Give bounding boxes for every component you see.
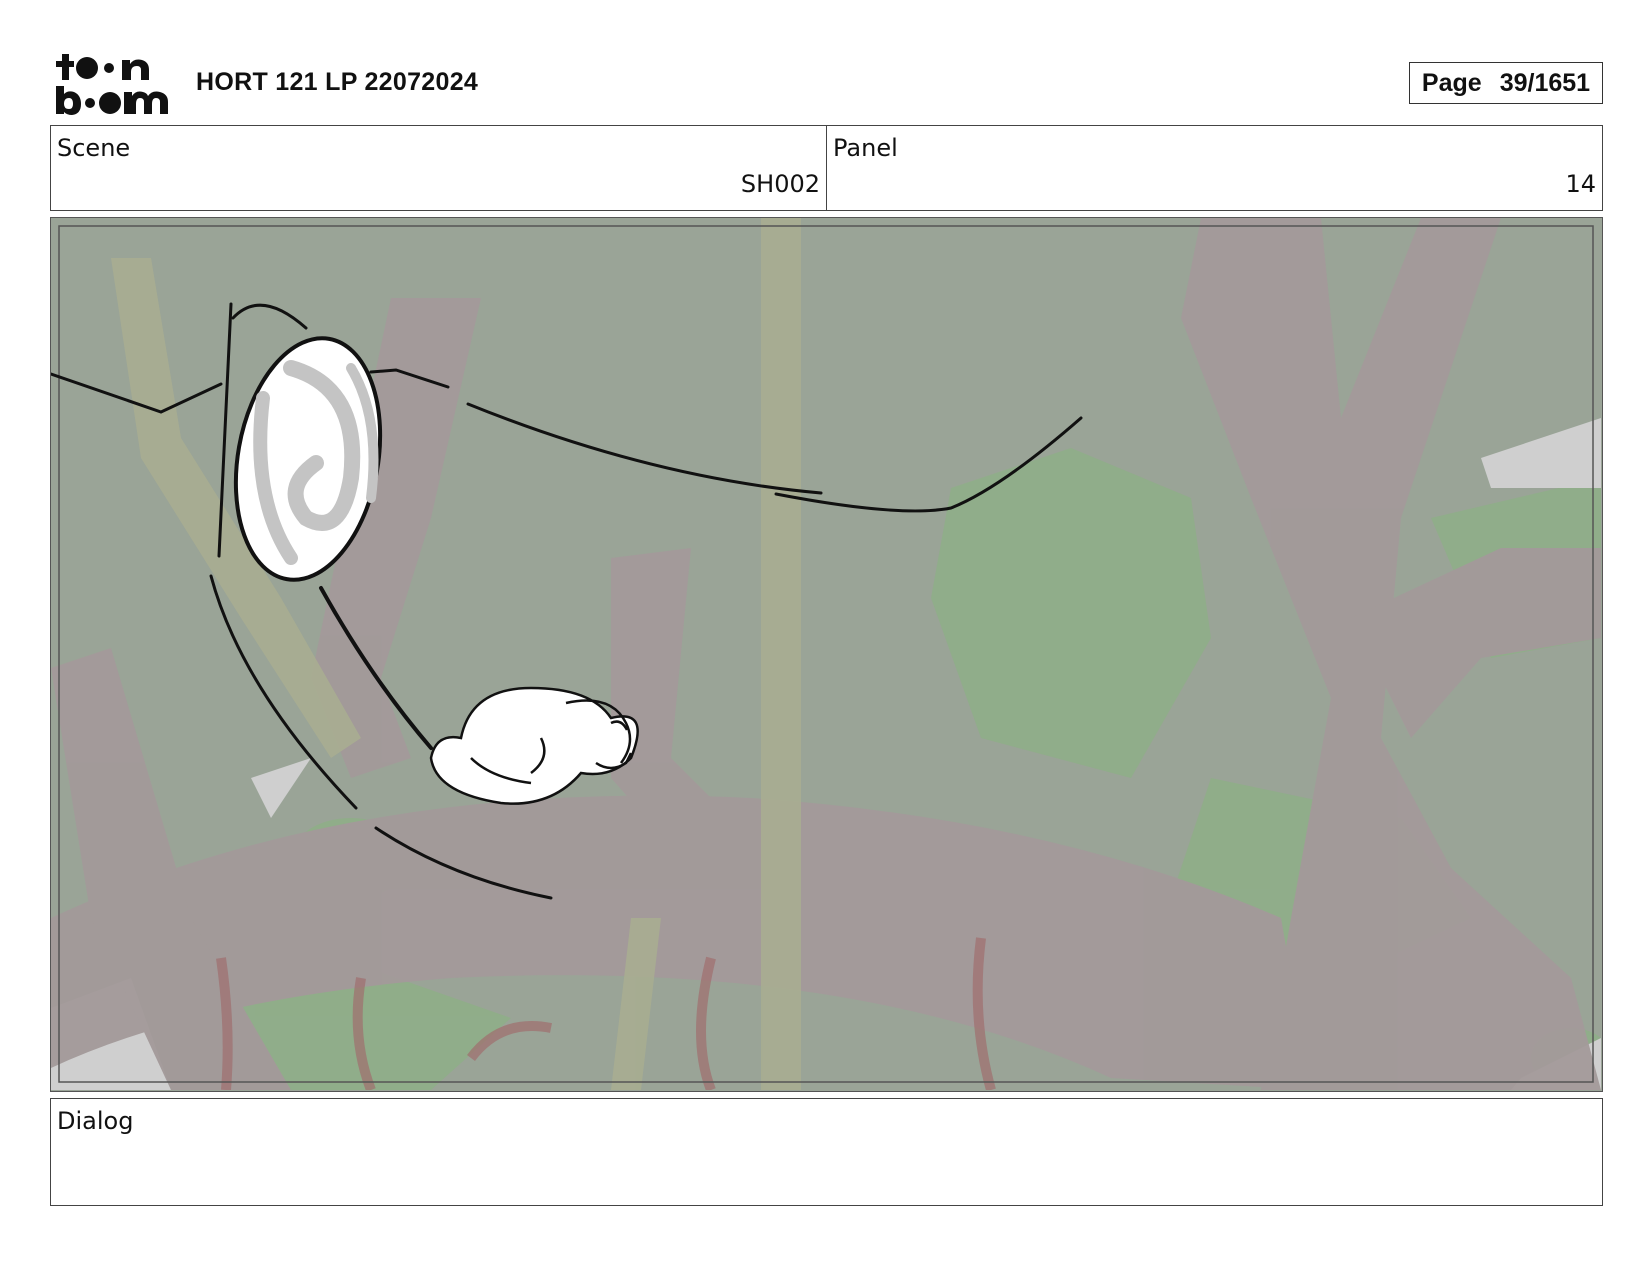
scene-label: Scene [57,134,131,162]
panel-value: 14 [1565,170,1596,198]
toonboom-logo [56,54,168,115]
dialog-label: Dialog [57,1107,134,1135]
storyboard-panel [50,217,1603,1092]
scene-value: SH002 [740,170,820,198]
scene-cell: Scene SH002 [51,126,826,210]
page-label: Page [1421,68,1482,97]
dialog-box: Dialog [50,1098,1603,1206]
page-number: 39/1651 [1499,68,1591,97]
panel-artwork [51,218,1601,1090]
scene-panel-row: Scene SH002 Panel 14 [50,125,1603,211]
page-indicator: Page 39/1651 [1409,62,1603,104]
panel-cell: Panel 14 [826,126,1602,210]
panel-label: Panel [833,134,898,162]
document-title: HORT 121 LP 22072024 [196,68,479,96]
